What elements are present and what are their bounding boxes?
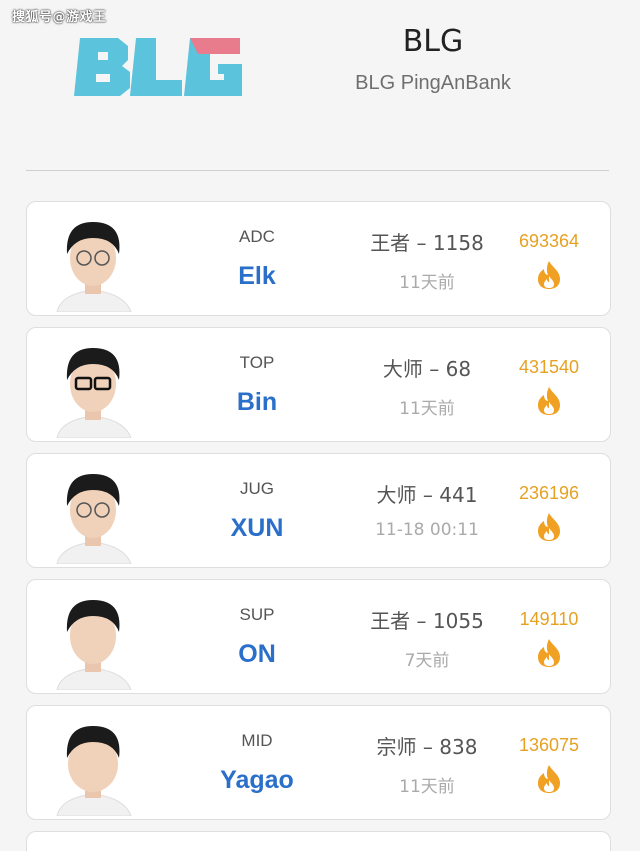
player-name[interactable]: ON — [177, 640, 337, 669]
player-role: TOP — [239, 353, 275, 372]
fire-icon — [538, 765, 560, 793]
last-played-time: 11天前 — [399, 273, 455, 293]
fire-icon — [538, 513, 560, 541]
player-card[interactable]: JUG XUN 大师 – 441 11-18 00:11 236196 — [26, 453, 611, 568]
fire-icon — [538, 387, 560, 415]
team-name: BLG — [402, 24, 464, 59]
heat-value: 149110 — [519, 609, 579, 629]
player-card[interactable]: MID Yagao 宗师 – 838 11天前 136075 — [26, 705, 611, 820]
last-played-time: 11天前 — [399, 399, 455, 419]
fire-icon — [538, 261, 560, 289]
player-role: JUG — [240, 479, 274, 498]
player-rank: 王者 – 1055 — [370, 609, 484, 633]
player-name[interactable]: Yagao — [177, 766, 337, 795]
player-role: SUP — [239, 605, 275, 624]
fire-icon — [538, 639, 560, 667]
player-card[interactable]: ADC Elk 王者 – 1158 11天前 693364 — [26, 201, 611, 316]
last-played-time: 7天前 — [404, 651, 450, 671]
player-card-partial[interactable] — [26, 831, 611, 851]
player-card[interactable]: TOP Bin 大师 – 68 11天前 431540 — [26, 327, 611, 442]
player-rank: 大师 – 441 — [376, 483, 478, 507]
player-avatar — [56, 726, 132, 816]
player-avatar — [56, 474, 132, 564]
team-logo — [74, 38, 242, 96]
heat-value: 136075 — [518, 735, 580, 755]
player-card[interactable]: SUP ON 王者 – 1055 7天前 149110 — [26, 579, 611, 694]
watermark: 搜狐号@游戏王 — [12, 10, 107, 25]
player-rank: 王者 – 1158 — [370, 231, 484, 255]
player-role: ADC — [239, 227, 275, 246]
player-rank: 宗师 – 838 — [376, 735, 478, 759]
player-avatar — [56, 222, 132, 312]
last-played-time: 11天前 — [399, 777, 455, 797]
heat-value: 693364 — [518, 231, 580, 251]
player-name[interactable]: Bin — [177, 388, 337, 417]
player-list: ADC Elk 王者 – 1158 11天前 693364 TOP Bin 大师… — [26, 201, 611, 851]
team-full-name: BLG PingAnBank — [355, 72, 511, 94]
player-role: MID — [241, 731, 273, 750]
player-avatar — [56, 600, 132, 690]
player-rank: 大师 – 68 — [382, 357, 472, 381]
heat-value: 431540 — [518, 357, 580, 377]
heat-value: 236196 — [518, 483, 580, 503]
last-played-time: 11-18 00:11 — [375, 520, 479, 540]
player-avatar — [56, 348, 132, 438]
divider — [26, 170, 609, 171]
player-name[interactable]: XUN — [177, 514, 337, 543]
player-name[interactable]: Elk — [177, 262, 337, 291]
